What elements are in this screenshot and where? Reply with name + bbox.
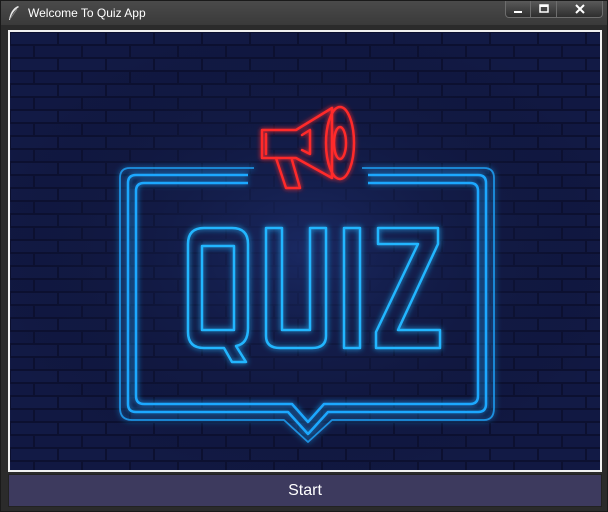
close-button[interactable]	[557, 1, 603, 18]
neon-quiz-artwork	[10, 32, 600, 470]
title-bar[interactable]: Welcome To Quiz App	[1, 1, 607, 25]
minimize-icon	[514, 11, 522, 13]
close-icon	[574, 4, 585, 14]
window-title: Welcome To Quiz App	[28, 6, 146, 20]
window-controls	[505, 1, 603, 19]
app-window: Welcome To Quiz App Start	[0, 0, 608, 512]
minimize-button[interactable]	[505, 1, 531, 18]
maximize-icon	[538, 4, 549, 13]
feather-icon	[9, 6, 19, 20]
start-button[interactable]: Start	[8, 474, 602, 507]
maximize-button[interactable]	[531, 1, 557, 18]
quiz-banner-image	[8, 30, 602, 472]
